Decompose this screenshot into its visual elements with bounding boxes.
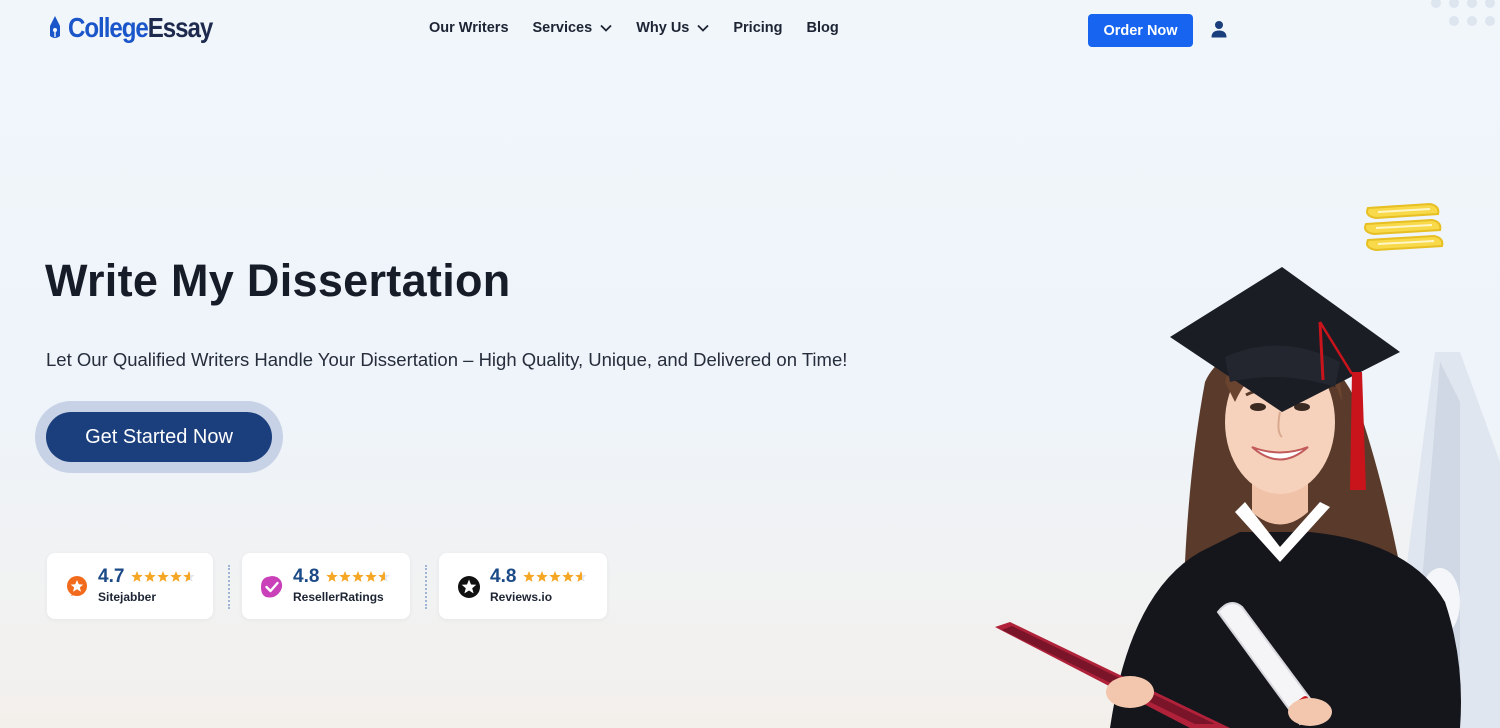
nav-pricing[interactable]: Pricing bbox=[733, 20, 782, 36]
hero-subtitle: Let Our Qualified Writers Handle Your Di… bbox=[46, 349, 848, 370]
star-icon bbox=[131, 571, 143, 582]
rating-site-name: Sitejabber bbox=[98, 590, 157, 604]
nav-why-us[interactable]: Why Us bbox=[636, 20, 709, 36]
nav-blog[interactable]: Blog bbox=[807, 20, 839, 36]
rating-site-name: Reviews.io bbox=[490, 590, 553, 604]
pen-nib-icon bbox=[50, 16, 60, 38]
star-icon bbox=[523, 571, 535, 582]
card-divider bbox=[425, 565, 427, 609]
rating-card-resellerratings[interactable]: 4.8 ResellerRatings bbox=[242, 553, 410, 619]
order-now-button[interactable]: Order Now bbox=[1088, 14, 1193, 47]
chevron-down-icon bbox=[600, 24, 612, 32]
star-rating-icon bbox=[131, 571, 195, 582]
nav-label: Our Writers bbox=[429, 20, 509, 36]
card-divider bbox=[228, 565, 230, 609]
nav-label: Services bbox=[532, 20, 593, 36]
nav-services[interactable]: Services bbox=[533, 20, 613, 36]
main-nav: Our Writers Services Why Us Pricing Blog bbox=[429, 20, 863, 36]
rating-score: 4.8 bbox=[293, 566, 320, 587]
get-started-button[interactable]: Get Started Now bbox=[46, 412, 272, 462]
chevron-down-icon bbox=[697, 24, 709, 32]
rating-card-sitejabber[interactable]: 4.7 Sitejabber bbox=[47, 553, 213, 619]
nav-label: Why Us bbox=[636, 20, 690, 36]
books-illustration bbox=[1364, 202, 1444, 252]
rating-card-reviewsio[interactable]: 4.8 Reviews.io bbox=[439, 553, 607, 619]
star-icon bbox=[170, 571, 182, 582]
nav-label: Blog bbox=[806, 20, 839, 36]
site-header: CollegeEssay Our Writers Services Why Us… bbox=[0, 0, 1500, 60]
brand-part-college: College bbox=[68, 12, 149, 43]
nav-label: Pricing bbox=[733, 20, 783, 36]
graduate-student-illustration bbox=[995, 267, 1500, 728]
star-icon bbox=[144, 571, 156, 582]
star-rating-icon bbox=[523, 571, 587, 582]
star-icon bbox=[157, 571, 169, 582]
user-account-icon[interactable] bbox=[1210, 20, 1228, 38]
rating-site-name: ResellerRatings bbox=[293, 590, 384, 604]
resellerratings-icon bbox=[261, 576, 283, 598]
brand-wordmark: CollegeEssay bbox=[68, 12, 214, 44]
star-icon bbox=[562, 571, 574, 582]
star-icon bbox=[365, 571, 377, 582]
sitejabber-icon bbox=[67, 576, 87, 596]
star-icon bbox=[339, 571, 351, 582]
star-icon bbox=[549, 571, 561, 582]
star-icon bbox=[352, 571, 364, 582]
star-icon bbox=[326, 571, 338, 582]
rating-score: 4.7 bbox=[98, 566, 125, 587]
rating-score: 4.8 bbox=[490, 566, 517, 587]
brand-part-essay: Essay bbox=[147, 12, 214, 43]
star-icon bbox=[536, 571, 548, 582]
page-title: Write My Dissertation bbox=[45, 255, 511, 306]
nav-our-writers[interactable]: Our Writers bbox=[429, 20, 509, 36]
reviewsio-icon bbox=[458, 576, 480, 598]
brand-logo[interactable]: CollegeEssay bbox=[46, 12, 236, 44]
star-rating-icon bbox=[326, 571, 390, 582]
decorative-dots bbox=[1431, 0, 1495, 26]
